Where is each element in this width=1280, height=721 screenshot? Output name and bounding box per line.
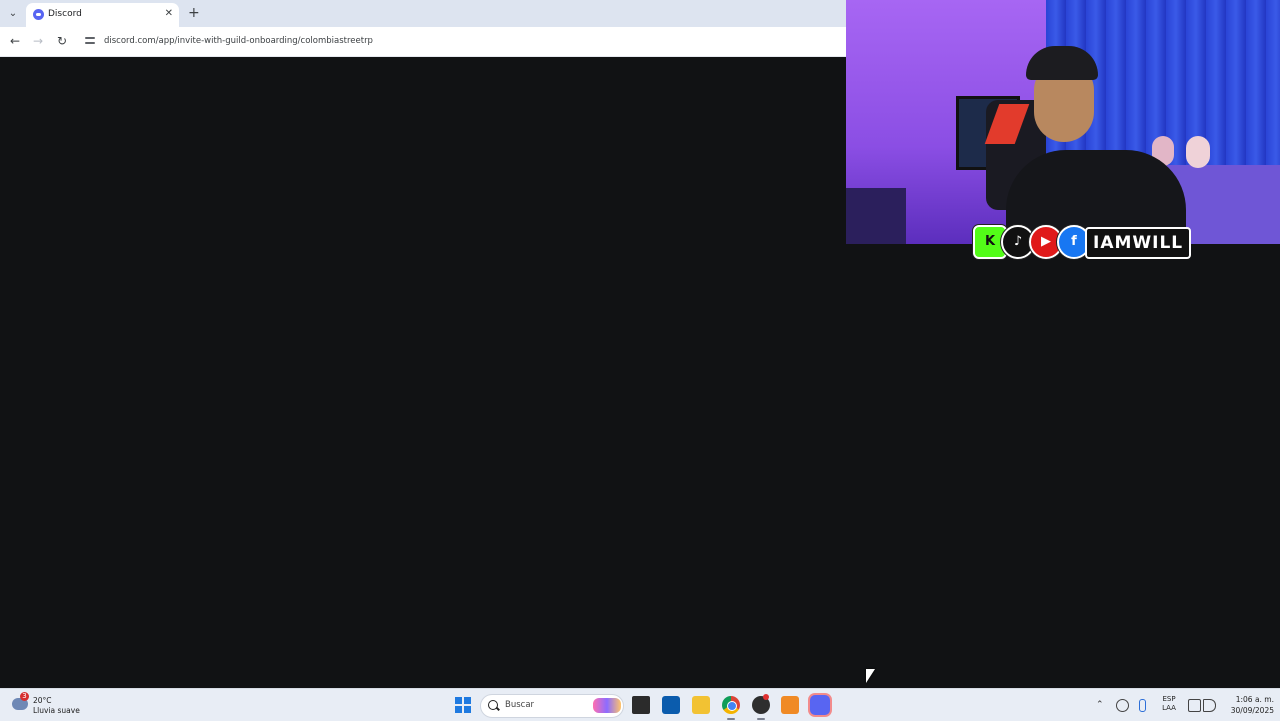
webcam-overlay: [846, 0, 1280, 244]
new-tab-plus-icon[interactable]: +: [188, 5, 200, 21]
tab-strip: ⌄ Discord ✕ +: [0, 0, 846, 27]
discord-icon[interactable]: [810, 695, 830, 715]
search-highlight-icon: [593, 698, 621, 713]
clock-date: 30/09/2025: [1230, 706, 1274, 715]
taskbar: 3 20°C Lluvia suave Buscar ⌃ ESP LAA 1:0…: [0, 688, 1280, 721]
site-info-icon[interactable]: [84, 35, 96, 47]
recording-dot-icon: [763, 694, 769, 700]
mouse-cursor-icon: [866, 669, 875, 683]
lang-top: ESP: [1162, 695, 1176, 703]
social-handle-banner: K ♪ ▶ f IAMWILL: [973, 225, 1203, 259]
volume-icon[interactable]: [1203, 699, 1216, 712]
chrome-icon[interactable]: [722, 696, 740, 714]
reload-icon[interactable]: ↻: [54, 33, 70, 49]
tab-title: Discord: [48, 9, 82, 19]
weather-temp: 20°C: [33, 696, 52, 705]
file-explorer-icon[interactable]: [692, 696, 710, 714]
task-view-icon[interactable]: [632, 696, 650, 714]
browser-window: ⌄ Discord ✕ + ← → ↻ discord.com/app/invi…: [0, 0, 846, 688]
discord-icon: [33, 9, 44, 20]
address-bar[interactable]: discord.com/app/invite-with-guild-onboar…: [104, 36, 373, 47]
browser-toolbar: ← → ↻ discord.com/app/invite-with-guild-…: [0, 27, 846, 57]
search-icon: [488, 700, 498, 710]
search-placeholder: Buscar: [505, 700, 535, 710]
clock[interactable]: 1:06 a. m. 30/09/2025: [1222, 694, 1274, 716]
streamer-handle: IAMWILL: [1085, 227, 1192, 259]
orange-app-icon[interactable]: [781, 696, 799, 714]
wifi-icon[interactable]: [1188, 699, 1201, 712]
clock-time: 1:06 a. m.: [1235, 695, 1274, 704]
weather-desc: Lluvia suave: [33, 706, 80, 715]
notification-badge: 3: [20, 692, 29, 701]
store-icon[interactable]: [662, 696, 680, 714]
tab-discord[interactable]: Discord ✕: [26, 3, 179, 27]
start-icon[interactable]: [455, 697, 471, 713]
language-indicator[interactable]: ESP LAA: [1161, 695, 1177, 713]
forward-arrow-icon[interactable]: →: [30, 33, 46, 49]
tab-search-chevron-icon[interactable]: ⌄: [5, 6, 21, 22]
page-content-loading: [0, 57, 846, 688]
chevron-up-icon[interactable]: ⌃: [1096, 700, 1104, 710]
close-icon[interactable]: ✕: [165, 7, 173, 21]
taskbar-search[interactable]: Buscar: [480, 694, 624, 718]
microphone-icon[interactable]: [1139, 699, 1146, 712]
lang-bottom: LAA: [1162, 704, 1176, 712]
network-icon[interactable]: [1116, 699, 1129, 712]
weather-widget[interactable]: 3 20°C Lluvia suave: [10, 692, 100, 718]
back-arrow-icon[interactable]: ←: [7, 33, 23, 49]
